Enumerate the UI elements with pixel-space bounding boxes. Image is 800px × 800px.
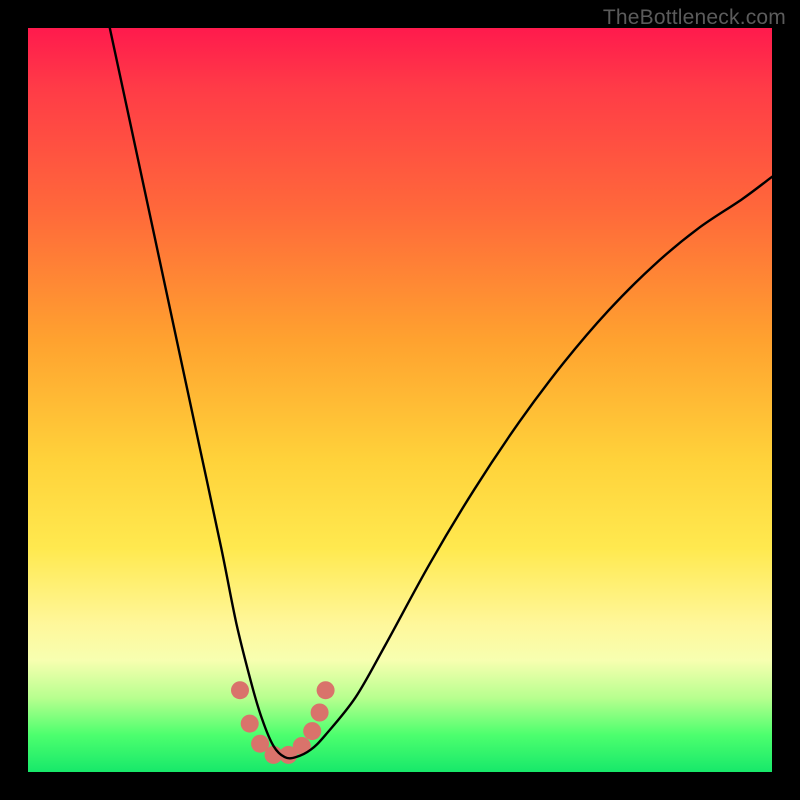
bottleneck-curve (110, 28, 772, 758)
trough-marker (303, 722, 321, 740)
watermark-text: TheBottleneck.com (603, 6, 786, 30)
trough-marker (231, 681, 249, 699)
trough-marker-group (231, 681, 335, 764)
curve-layer (28, 28, 772, 772)
trough-marker (311, 704, 329, 722)
trough-marker (241, 715, 259, 733)
trough-marker (317, 681, 335, 699)
chart-frame: TheBottleneck.com (0, 0, 800, 800)
plot-area (28, 28, 772, 772)
